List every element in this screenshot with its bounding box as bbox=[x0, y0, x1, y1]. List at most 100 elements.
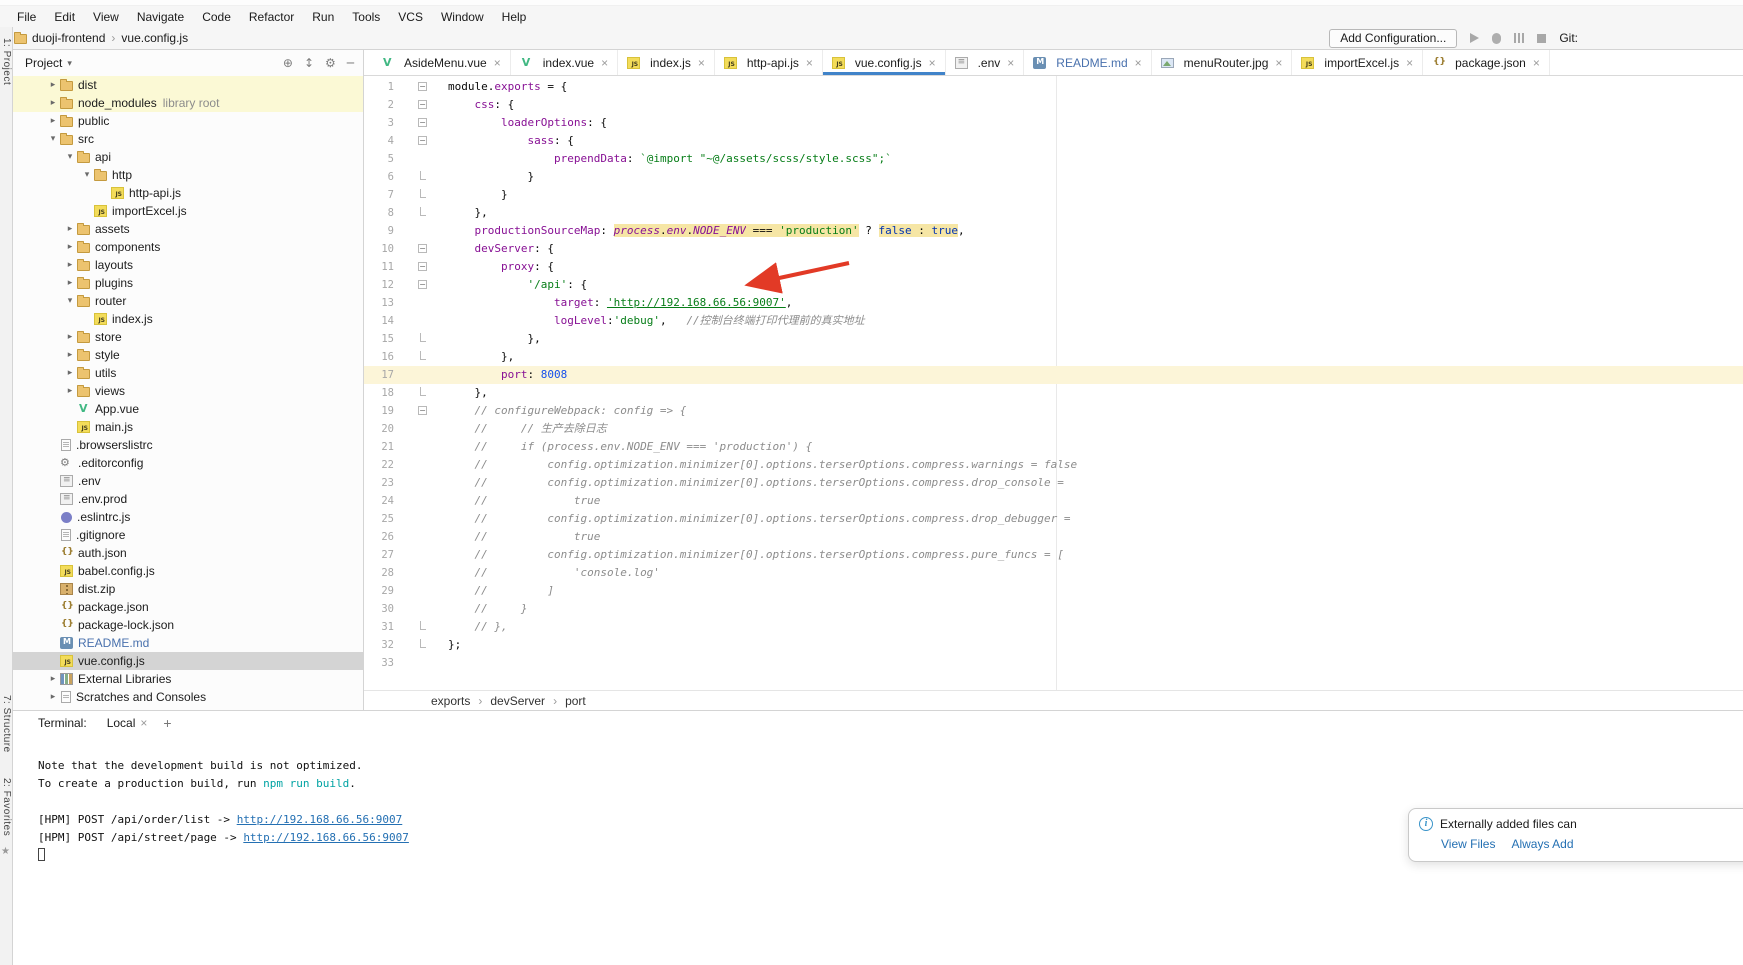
tree-item-style[interactable]: ▸style bbox=[13, 346, 363, 364]
tree-item-store[interactable]: ▸store bbox=[13, 328, 363, 346]
tree-item-package-lock.json[interactable]: package-lock.json bbox=[13, 616, 363, 634]
code-line-8[interactable]: 8 }, bbox=[364, 204, 1743, 222]
tree-item-.browserslistrc[interactable]: .browserslistrc bbox=[13, 436, 363, 454]
code-line-30[interactable]: 30 // } bbox=[364, 600, 1743, 618]
menu-item-edit[interactable]: Edit bbox=[45, 8, 84, 26]
menu-item-navigate[interactable]: Navigate bbox=[128, 8, 193, 26]
tree-item-.gitignore[interactable]: .gitignore bbox=[13, 526, 363, 544]
fold-collapse-icon[interactable]: − bbox=[418, 406, 427, 415]
chevron-right-icon[interactable]: ▸ bbox=[46, 98, 60, 108]
editor-tab-README.md[interactable]: README.md× bbox=[1024, 50, 1151, 75]
code-line-1[interactable]: 1−module.exports = { bbox=[364, 78, 1743, 96]
run-play-icon[interactable] bbox=[1470, 33, 1479, 43]
chevron-right-icon[interactable]: ▸ bbox=[46, 692, 60, 702]
menu-item-window[interactable]: Window bbox=[432, 8, 493, 26]
code-line-10[interactable]: 10− devServer: { bbox=[364, 240, 1743, 258]
breadcrumb-devServer[interactable]: devServer bbox=[490, 694, 545, 708]
tree-item-public[interactable]: ▸public bbox=[13, 112, 363, 130]
close-tab-icon[interactable]: × bbox=[698, 56, 705, 70]
tree-item-utils[interactable]: ▸utils bbox=[13, 364, 363, 382]
chevron-right-icon[interactable]: ▸ bbox=[46, 80, 60, 90]
editor-tab-AsideMenu.vue[interactable]: AsideMenu.vue× bbox=[372, 50, 511, 75]
chevron-right-icon[interactable]: ▸ bbox=[46, 116, 60, 126]
editor-tab-vue.config.js[interactable]: vue.config.js× bbox=[823, 50, 946, 75]
code-line-9[interactable]: 9 productionSourceMap: process.env.NODE_… bbox=[364, 222, 1743, 240]
code-editor[interactable]: 1−module.exports = {2− css: {3− loaderOp… bbox=[364, 76, 1743, 690]
fold-collapse-icon[interactable]: − bbox=[418, 244, 427, 253]
code-line-25[interactable]: 25 // config.optimization.minimizer[0].o… bbox=[364, 510, 1743, 528]
favorites-star-icon[interactable]: ★ bbox=[1, 846, 10, 857]
tree-item-.editorconfig[interactable]: .editorconfig bbox=[13, 454, 363, 472]
tool-button-project[interactable]: 1: Project bbox=[1, 38, 12, 85]
code-line-12[interactable]: 12− '/api': { bbox=[364, 276, 1743, 294]
view-files-link[interactable]: View Files bbox=[1441, 837, 1495, 851]
code-line-7[interactable]: 7 } bbox=[364, 186, 1743, 204]
code-line-16[interactable]: 16 }, bbox=[364, 348, 1743, 366]
tree-item-node_modules[interactable]: ▸node_moduleslibrary root bbox=[13, 94, 363, 112]
expand-collapse-icon[interactable]: ↕ bbox=[304, 56, 314, 70]
chevron-right-icon[interactable]: ▸ bbox=[63, 386, 77, 396]
code-line-28[interactable]: 28 // 'console.log' bbox=[364, 564, 1743, 582]
breadcrumb-project[interactable]: duoji-frontend bbox=[32, 31, 105, 45]
close-tab-icon[interactable]: × bbox=[1533, 56, 1540, 70]
breadcrumb-exports[interactable]: exports bbox=[431, 694, 470, 708]
project-panel-title[interactable]: Project bbox=[25, 56, 62, 70]
tool-button-favorites[interactable]: 2: Favorites bbox=[1, 778, 12, 836]
fold-collapse-icon[interactable]: − bbox=[418, 280, 427, 289]
code-line-27[interactable]: 27 // config.optimization.minimizer[0].o… bbox=[364, 546, 1743, 564]
tree-item-Scratches and Consoles[interactable]: ▸Scratches and Consoles bbox=[13, 688, 363, 706]
fold-collapse-icon[interactable]: − bbox=[418, 136, 427, 145]
code-line-29[interactable]: 29 // ] bbox=[364, 582, 1743, 600]
tree-item-External Libraries[interactable]: ▸External Libraries bbox=[13, 670, 363, 688]
close-tab-icon[interactable]: × bbox=[1275, 56, 1282, 70]
fold-collapse-icon[interactable]: − bbox=[418, 100, 427, 109]
chevron-right-icon[interactable]: ▸ bbox=[63, 278, 77, 288]
breadcrumb-file[interactable]: vue.config.js bbox=[121, 31, 188, 45]
code-line-32[interactable]: 32}; bbox=[364, 636, 1743, 654]
tree-item-package.json[interactable]: package.json bbox=[13, 598, 363, 616]
code-line-19[interactable]: 19− // configureWebpack: config => { bbox=[364, 402, 1743, 420]
new-terminal-icon[interactable]: + bbox=[163, 715, 171, 731]
tree-item-assets[interactable]: ▸assets bbox=[13, 220, 363, 238]
code-line-11[interactable]: 11− proxy: { bbox=[364, 258, 1743, 276]
tree-item-App.vue[interactable]: App.vue bbox=[13, 400, 363, 418]
chevron-right-icon[interactable]: ▸ bbox=[63, 224, 77, 234]
code-line-21[interactable]: 21 // if (process.env.NODE_ENV === 'prod… bbox=[364, 438, 1743, 456]
chevron-right-icon[interactable]: ▸ bbox=[63, 242, 77, 252]
tree-item-auth.json[interactable]: auth.json bbox=[13, 544, 363, 562]
close-tab-icon[interactable]: × bbox=[1135, 56, 1142, 70]
tree-item-.env[interactable]: .env bbox=[13, 472, 363, 490]
fold-collapse-icon[interactable]: − bbox=[418, 118, 427, 127]
chevron-right-icon[interactable]: ▸ bbox=[63, 368, 77, 378]
code-line-3[interactable]: 3− loaderOptions: { bbox=[364, 114, 1743, 132]
menu-item-vcs[interactable]: VCS bbox=[389, 8, 432, 26]
tree-item-plugins[interactable]: ▸plugins bbox=[13, 274, 363, 292]
tree-item-babel.config.js[interactable]: babel.config.js bbox=[13, 562, 363, 580]
code-line-31[interactable]: 31 // }, bbox=[364, 618, 1743, 636]
tree-item-README.md[interactable]: README.md bbox=[13, 634, 363, 652]
tree-item-api[interactable]: ▾api bbox=[13, 148, 363, 166]
tree-item-router[interactable]: ▾router bbox=[13, 292, 363, 310]
tree-item-dist.zip[interactable]: dist.zip bbox=[13, 580, 363, 598]
editor-tab-menuRouter.jpg[interactable]: menuRouter.jpg× bbox=[1152, 50, 1293, 75]
stop-icon[interactable] bbox=[1537, 34, 1546, 43]
chevron-down-icon[interactable]: ▾ bbox=[63, 152, 77, 162]
tree-item-src[interactable]: ▾src bbox=[13, 130, 363, 148]
chevron-down-icon[interactable]: ▾ bbox=[67, 58, 72, 69]
menu-item-run[interactable]: Run bbox=[303, 8, 343, 26]
add-configuration-button[interactable]: Add Configuration... bbox=[1329, 29, 1457, 48]
chevron-right-icon[interactable]: ▸ bbox=[46, 674, 60, 684]
menu-item-refactor[interactable]: Refactor bbox=[240, 8, 303, 26]
tree-item-dist[interactable]: ▸dist bbox=[13, 76, 363, 94]
code-line-33[interactable]: 33 bbox=[364, 654, 1743, 672]
chevron-right-icon[interactable]: ▸ bbox=[63, 260, 77, 270]
chevron-right-icon[interactable]: ▸ bbox=[63, 332, 77, 342]
fold-collapse-icon[interactable]: − bbox=[418, 82, 427, 91]
close-tab-icon[interactable]: × bbox=[1007, 56, 1014, 70]
fold-collapse-icon[interactable]: − bbox=[418, 262, 427, 271]
close-tab-icon[interactable]: × bbox=[601, 56, 608, 70]
tree-item-http-api.js[interactable]: http-api.js bbox=[13, 184, 363, 202]
tree-item-vue.config.js[interactable]: vue.config.js bbox=[13, 652, 363, 670]
editor-tab-.env[interactable]: .env× bbox=[946, 50, 1025, 75]
menu-item-tools[interactable]: Tools bbox=[343, 8, 389, 26]
